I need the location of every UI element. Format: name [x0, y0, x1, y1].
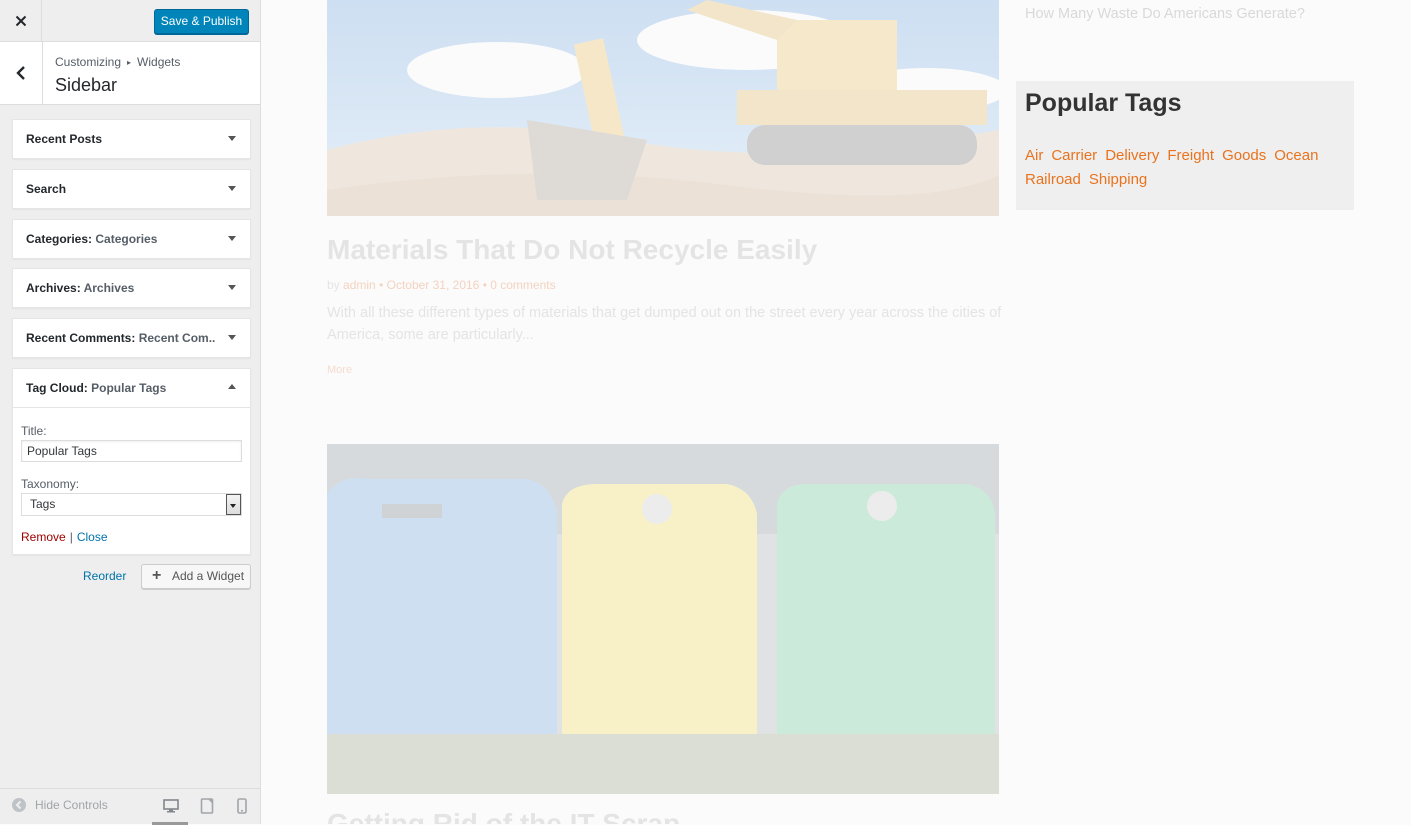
chevron-left-icon: [16, 66, 25, 80]
post-featured-image-bins[interactable]: [327, 444, 999, 794]
back-button[interactable]: [0, 42, 43, 104]
hide-controls-label: Hide Controls: [35, 798, 108, 812]
widget-tag-cloud: Tag Cloud: Popular Tags Title: Taxonomy:…: [12, 368, 251, 555]
reorder-link[interactable]: Reorder: [83, 569, 126, 583]
widget-title: Categories: [26, 232, 89, 246]
site-preview: Materials That Do Not Recycle Easily by …: [261, 0, 1411, 824]
expand-arrow-icon[interactable]: [228, 335, 236, 340]
expand-arrow-icon[interactable]: [228, 285, 236, 290]
customizer-header: Save & Publish: [0, 0, 260, 42]
close-customizer-button[interactable]: [0, 0, 42, 41]
tag-link[interactable]: Delivery: [1105, 144, 1159, 168]
close-icon: [15, 15, 26, 26]
post-comments-link[interactable]: 0 comments: [490, 278, 555, 292]
dropdown-arrow-icon[interactable]: [226, 494, 241, 515]
post-excerpt: With all these different types of materi…: [327, 305, 1002, 343]
tag-link[interactable]: Goods: [1222, 144, 1266, 168]
tag-link[interactable]: Freight: [1167, 144, 1214, 168]
tag-link[interactable]: Shipping: [1089, 168, 1147, 192]
add-widget-button[interactable]: + Add a Widget: [141, 564, 251, 589]
widget-subtitle: Recent Com...: [138, 331, 216, 345]
meta-bullet: •: [482, 278, 487, 292]
desktop-icon[interactable]: [163, 798, 179, 814]
title-input[interactable]: [21, 440, 242, 462]
breadcrumb-separator-icon: ▸: [127, 58, 132, 67]
widget-title: Archives: [26, 281, 77, 295]
close-link[interactable]: Close: [77, 530, 108, 544]
recent-post-link[interactable]: How Many Waste Do Americans Generate?: [1025, 6, 1305, 22]
widget-subtitle: Categories: [95, 232, 158, 246]
widget-title: Recent Comments: [26, 331, 132, 345]
tablet-icon[interactable]: [200, 798, 214, 814]
widget-subtitle: Archives: [83, 281, 135, 295]
customizer-footer: Hide Controls: [0, 788, 260, 825]
widget-categories: Categories: Categories: [12, 219, 251, 259]
tag-link[interactable]: Air: [1025, 144, 1043, 168]
widget-title: Recent Posts: [26, 132, 103, 146]
expand-arrow-icon[interactable]: [228, 186, 236, 191]
widget-header[interactable]: Categories: Categories: [13, 220, 250, 258]
widget-header[interactable]: Archives: Archives: [13, 269, 250, 307]
post-date-link[interactable]: October 31, 2016: [387, 278, 480, 292]
widget-title: Search: [26, 182, 67, 196]
mobile-icon[interactable]: [237, 798, 247, 814]
post-featured-image-excavator[interactable]: [327, 0, 999, 216]
post-author-link[interactable]: admin: [343, 278, 376, 292]
widget-title: Tag Cloud: [26, 381, 84, 395]
taxonomy-selected-value: Tags: [30, 497, 56, 511]
collapse-arrow-icon[interactable]: [228, 384, 236, 389]
widget-actions: Remove | Close: [21, 530, 108, 544]
breadcrumb-root: Customizing: [55, 55, 122, 69]
tag-cloud-list: Air Carrier Delivery Freight Goods Ocean Railr…: [1025, 144, 1350, 192]
tag-link[interactable]: Ocean: [1274, 144, 1318, 168]
remove-link[interactable]: Remove: [21, 530, 66, 544]
post-by: by: [327, 278, 340, 292]
post-title[interactable]: Materials That Do Not Recycle Easily: [327, 234, 817, 266]
widget-header[interactable]: Search: [13, 170, 250, 208]
breadcrumb: Customizing ▸ Widgets: [55, 55, 180, 69]
widget-archives: Archives: Archives: [12, 268, 251, 308]
customizer-panel: Save & Publish Customizing ▸ Widgets Sideb…: [0, 0, 261, 825]
widget-header[interactable]: Recent Comments: Recent Com...: [13, 319, 250, 357]
widget-recent-comments: Recent Comments: Recent Com...: [12, 318, 251, 358]
taxonomy-label: Taxonomy:: [21, 477, 80, 491]
collapse-circle-icon: [12, 798, 26, 812]
breadcrumb-section: Widgets: [137, 55, 181, 69]
tag-link[interactable]: Carrier: [1051, 144, 1097, 168]
taxonomy-select[interactable]: Tags: [21, 493, 242, 516]
title-label: Title:: [21, 424, 47, 438]
recycling-bins-image-icon: [327, 444, 999, 794]
expand-arrow-icon[interactable]: [228, 236, 236, 241]
add-widget-label: Add a Widget: [172, 569, 245, 583]
post-title[interactable]: Getting Rid of the IT Scrap: [327, 808, 680, 824]
section-header: Customizing ▸ Widgets Sidebar: [0, 42, 260, 105]
widget-search: Search: [12, 169, 251, 209]
excavator-image-icon: [327, 0, 999, 216]
post-meta: by admin • October 31, 2016 • 0 comments: [327, 278, 556, 292]
tag-link[interactable]: Railroad: [1025, 168, 1081, 192]
hide-controls-button[interactable]: Hide Controls: [12, 798, 108, 812]
actions-separator: |: [69, 530, 73, 544]
tag-cloud-title: Popular Tags: [1025, 89, 1182, 117]
widget-subtitle: Popular Tags: [91, 381, 167, 395]
widget-header[interactable]: Tag Cloud: Popular Tags: [13, 369, 250, 407]
plus-icon: +: [152, 567, 162, 584]
tag-cloud-widget: Popular Tags Air Carrier Delivery Freight Go…: [1016, 81, 1354, 210]
widget-recent-posts: Recent Posts: [12, 119, 251, 159]
section-title: Sidebar: [55, 75, 118, 95]
widget-form: Title: Taxonomy: Tags Remove| Close: [13, 407, 250, 554]
widget-header[interactable]: Recent Posts: [13, 120, 250, 158]
save-publish-button[interactable]: Save & Publish: [154, 9, 249, 34]
more-link[interactable]: More: [327, 364, 352, 376]
meta-bullet: •: [379, 278, 384, 292]
expand-arrow-icon[interactable]: [228, 136, 236, 141]
